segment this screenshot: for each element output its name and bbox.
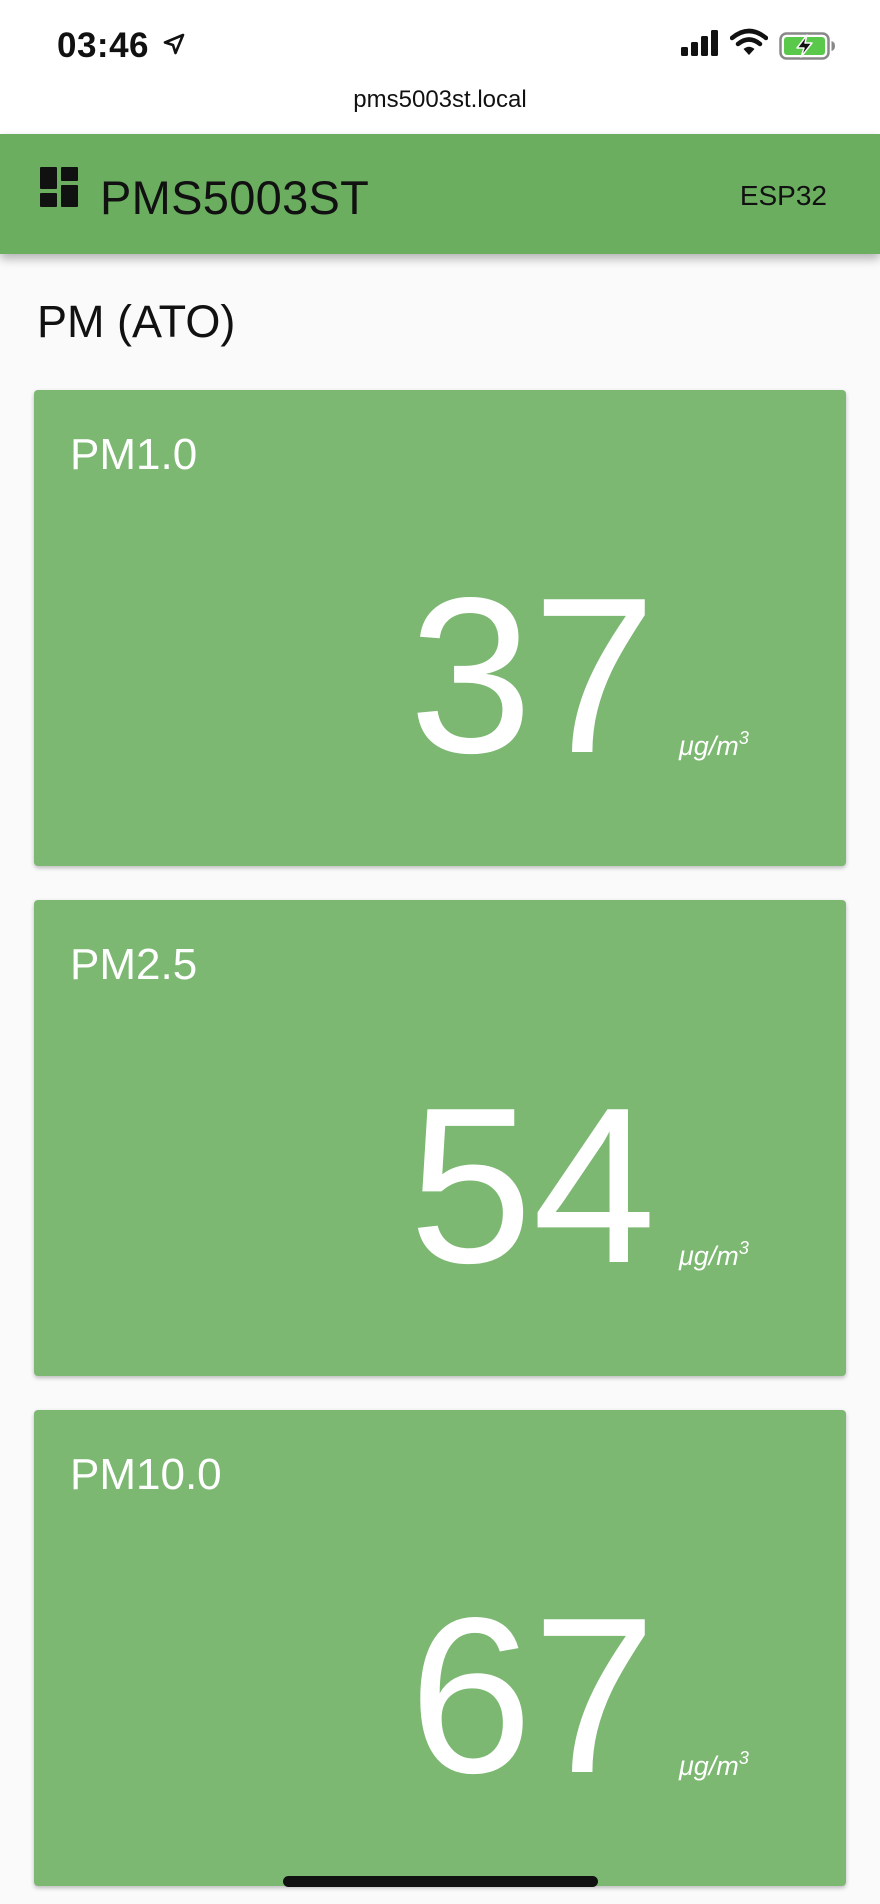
card-unit: μg/m3 bbox=[679, 1238, 749, 1271]
address-bar-url[interactable]: pms5003st.local bbox=[0, 86, 880, 114]
pm1-card: PM1.0 37 μg/m3 bbox=[34, 390, 846, 866]
dashboard-icon[interactable] bbox=[40, 167, 80, 207]
card-value: 54 bbox=[409, 1062, 656, 1310]
cellular-signal-icon bbox=[681, 30, 718, 56]
pm10-card: PM10.0 67 μg/m3 bbox=[34, 1410, 846, 1886]
card-unit: μg/m3 bbox=[679, 1748, 749, 1781]
card-unit: μg/m3 bbox=[679, 728, 749, 761]
status-bar: 03:46 pms5003st.local bbox=[0, 0, 880, 134]
app-title: PMS5003ST bbox=[100, 171, 370, 224]
app-bar: PMS5003ST ESP32 bbox=[0, 134, 880, 254]
card-label: PM2.5 bbox=[70, 940, 198, 989]
card-label: PM10.0 bbox=[70, 1450, 222, 1499]
card-value: 67 bbox=[409, 1572, 656, 1820]
card-label: PM1.0 bbox=[70, 430, 198, 479]
pm25-card: PM2.5 54 μg/m3 bbox=[34, 900, 846, 1376]
location-arrow-icon bbox=[163, 33, 185, 55]
wifi-icon bbox=[730, 28, 768, 55]
home-indicator[interactable] bbox=[283, 1876, 598, 1887]
section-title: PM (ATO) bbox=[37, 296, 236, 347]
status-time: 03:46 bbox=[57, 26, 150, 65]
battery-charging-icon bbox=[779, 32, 835, 60]
device-name: ESP32 bbox=[739, 180, 827, 211]
card-value: 37 bbox=[409, 552, 656, 800]
